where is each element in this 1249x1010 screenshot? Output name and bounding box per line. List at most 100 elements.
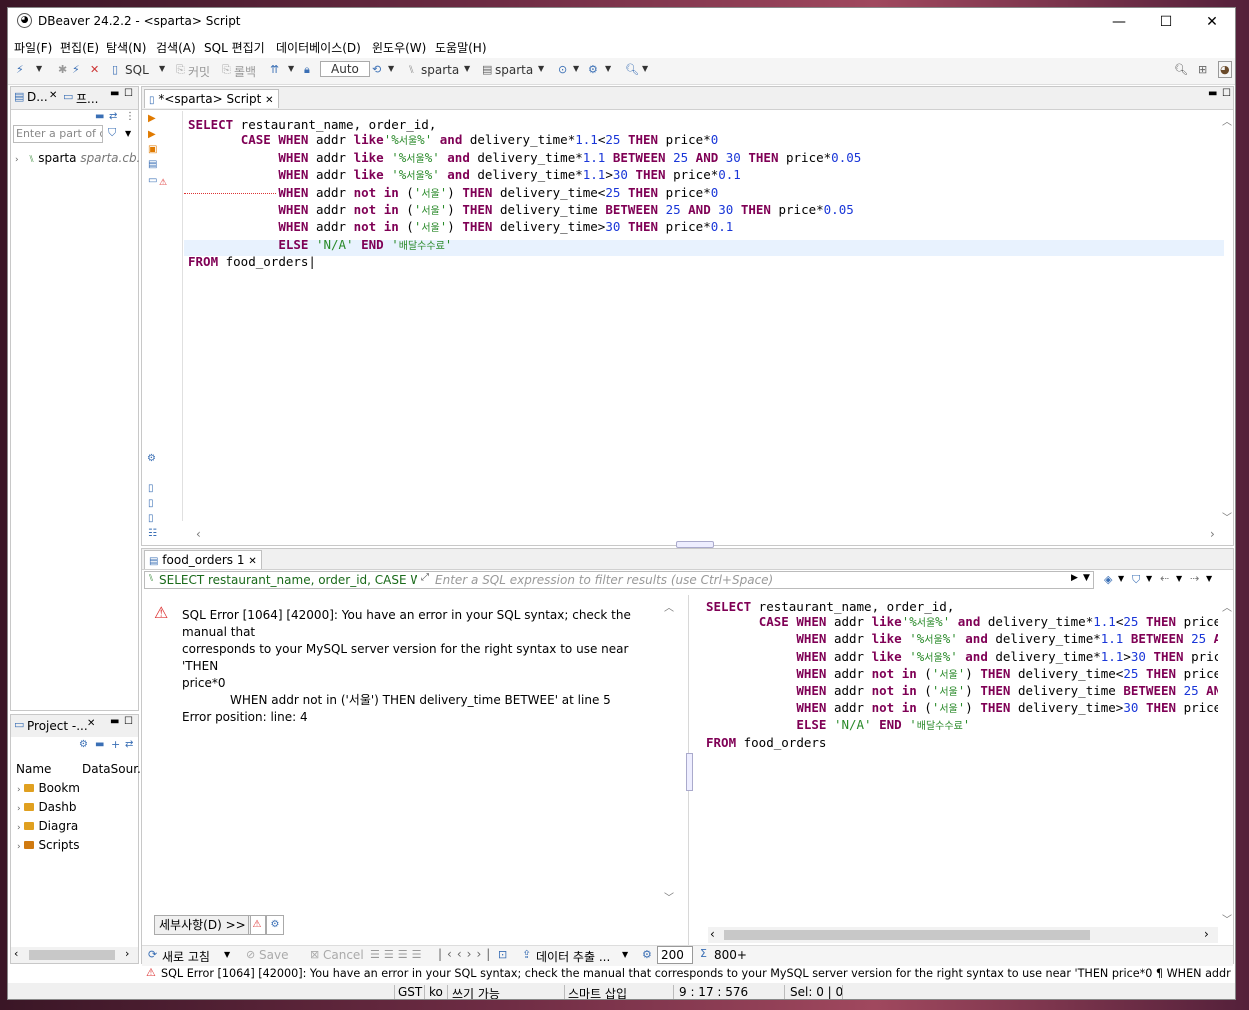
maximize-button[interactable]: ☐ xyxy=(1143,8,1189,36)
scroll-right-icon[interactable]: › xyxy=(1210,527,1215,541)
connect-icon[interactable]: ⚡ xyxy=(72,63,80,76)
refresh-icon[interactable]: ⟳ xyxy=(148,948,157,961)
menu-search[interactable]: 검색(A) xyxy=(156,39,196,56)
chevron-right-icon[interactable]: › xyxy=(17,823,21,833)
chevron-down-icon[interactable]: ▼ xyxy=(1206,574,1212,583)
scrollbar-thumb[interactable] xyxy=(724,930,1090,940)
menu-help[interactable]: 도움말(H) xyxy=(435,39,487,56)
schema-selector[interactable]: sparta xyxy=(495,63,533,77)
dbeaver-perspective-icon[interactable]: ◕ xyxy=(1218,61,1232,78)
commit-button[interactable]: 커밋 xyxy=(188,63,210,80)
execute-script-icon[interactable]: ▶ xyxy=(148,129,156,140)
chevron-down-icon[interactable]: ▼ xyxy=(538,64,544,73)
sql-editor-icon[interactable]: ▯ xyxy=(112,63,118,76)
menu-edit[interactable]: 편집(E) xyxy=(60,39,99,56)
row-count[interactable]: 800+ xyxy=(714,948,747,962)
minimize-view-icon[interactable]: ▬ xyxy=(110,716,119,727)
chevron-down-icon[interactable]: ▼ xyxy=(622,950,628,959)
new-connection-icon[interactable]: ⚡ xyxy=(16,63,24,76)
filter-icon[interactable]: ⛉ xyxy=(1132,573,1140,587)
execute-statement-icon[interactable]: ▶ xyxy=(148,113,156,124)
chevron-down-icon[interactable]: ▼ xyxy=(642,64,648,73)
auto-commit-button[interactable]: Auto xyxy=(320,61,370,77)
scroll-down-icon[interactable]: ﹀ xyxy=(664,889,674,904)
refresh-button[interactable]: 새로 고침 xyxy=(162,948,210,965)
chevron-down-icon[interactable]: ▼ xyxy=(573,64,579,73)
export-icon[interactable]: ⇪ xyxy=(522,948,531,961)
back-icon[interactable]: ⇠ xyxy=(1160,572,1169,585)
dashboard-icon[interactable]: ⊙ xyxy=(558,63,567,76)
maximize-view-icon[interactable]: ☐ xyxy=(124,88,133,99)
settings-icon[interactable]: ⚙ xyxy=(79,739,88,750)
export-icon[interactable]: ▤ xyxy=(148,159,157,170)
project-item-dashboards[interactable]: › Dashb xyxy=(17,800,77,814)
network-icon[interactable]: ⚙ xyxy=(588,63,598,76)
tab-sparta-script[interactable]: ▯ *<sparta> Script ✕ xyxy=(144,89,279,108)
error-log-icon[interactable]: ⚠ xyxy=(248,915,266,935)
fit-icon[interactable]: ⊡ xyxy=(498,948,507,961)
apply-filter-icon[interactable]: ▶ xyxy=(1071,573,1078,583)
collapse-all-icon[interactable]: ▬ xyxy=(95,739,104,750)
open-perspective-icon[interactable]: ⊞ xyxy=(1198,63,1207,76)
scroll-down-icon[interactable]: ﹀ xyxy=(1222,509,1232,524)
panel-splitter-handle[interactable] xyxy=(676,541,714,548)
datasource-selector[interactable]: sparta xyxy=(421,63,459,77)
collapse-all-icon[interactable]: ▬ xyxy=(95,111,104,122)
status-message[interactable]: SQL Error [1064] [42000]: You have an er… xyxy=(161,967,1234,980)
chevron-right-icon[interactable]: › xyxy=(17,842,21,852)
open-script-icon[interactable]: ▯ xyxy=(148,498,154,509)
save-button[interactable]: Save xyxy=(259,948,288,962)
transaction-mode-icon[interactable]: ⇈ xyxy=(270,63,279,76)
chevron-down-icon[interactable]: ▼ xyxy=(1176,574,1182,583)
page-navigation-icons[interactable]: |‹‹››| xyxy=(438,947,495,961)
close-icon[interactable]: ✕ xyxy=(49,90,57,101)
save-script-icon[interactable]: ▯ xyxy=(148,513,154,524)
export-data-button[interactable]: 데이터 추출 ... xyxy=(536,948,610,965)
chevron-down-icon[interactable]: ▼ xyxy=(36,64,42,73)
lock-icon[interactable]: 🔒︎ xyxy=(304,63,310,77)
cancel-button[interactable]: Cancel xyxy=(323,948,364,962)
minimize-view-icon[interactable]: ▬ xyxy=(110,88,119,99)
preview-horizontal-scrollbar[interactable]: ‹ › xyxy=(708,927,1218,943)
maximize-view-icon[interactable]: ☐ xyxy=(1222,88,1231,99)
tab-database-navigator[interactable]: D... xyxy=(27,90,48,104)
navigator-filter-input[interactable]: Enter a part of c xyxy=(13,125,103,143)
scroll-right-icon[interactable]: › xyxy=(125,947,129,960)
link-editor-icon[interactable]: ⇄ xyxy=(125,739,133,750)
chevron-down-icon[interactable]: ▼ xyxy=(464,64,470,73)
close-icon[interactable]: ✕ xyxy=(265,95,273,106)
project-horizontal-scrollbar[interactable]: ‹ › xyxy=(11,947,138,963)
chevron-down-icon[interactable]: ▼ xyxy=(159,64,165,73)
filter-icon[interactable]: ⛉ xyxy=(108,126,116,140)
close-icon[interactable]: ✕ xyxy=(87,718,95,729)
splitter-handle[interactable] xyxy=(686,753,693,791)
search-icon[interactable]: 🔍︎ xyxy=(625,63,639,76)
maximize-view-icon[interactable]: ☐ xyxy=(124,716,133,727)
link-editor-icon[interactable]: ⇄ xyxy=(109,111,117,122)
minimize-button[interactable]: — xyxy=(1096,8,1142,36)
chevron-down-icon[interactable]: ▼ xyxy=(605,64,611,73)
scroll-up-icon[interactable]: ︿ xyxy=(664,599,674,614)
tree-item-sparta[interactable]: › ⑊ sparta sparta.cb... xyxy=(15,151,148,165)
terminal-icon[interactable]: ▭ xyxy=(148,175,157,186)
history-icon[interactable]: ⟲ xyxy=(372,63,381,76)
chevron-down-icon[interactable]: ▼ xyxy=(125,129,131,138)
rollback-button[interactable]: 롤백 xyxy=(234,63,256,80)
settings-icon[interactable]: ⚙ xyxy=(266,915,284,935)
chevron-down-icon[interactable]: ▼ xyxy=(1118,574,1124,583)
add-icon[interactable]: + xyxy=(111,738,120,751)
minimize-view-icon[interactable]: ▬ xyxy=(1208,88,1217,99)
sql-button[interactable]: SQL xyxy=(125,63,149,77)
chevron-down-icon[interactable]: ▼ xyxy=(388,64,394,73)
project-item-bookmarks[interactable]: › Bookm xyxy=(17,781,80,795)
menu-window[interactable]: 윈도우(W) xyxy=(372,39,426,56)
tab-food-orders[interactable]: ▤ food_orders 1 ✕ xyxy=(144,550,262,569)
scroll-up-icon[interactable]: ︿ xyxy=(1222,113,1232,128)
settings-icon[interactable]: ⚙ xyxy=(642,948,652,961)
scroll-right-icon[interactable]: › xyxy=(1204,927,1209,941)
explain-plan-icon[interactable]: ▣ xyxy=(148,144,157,155)
project-item-diagrams[interactable]: › Diagra xyxy=(17,819,78,833)
tab-projects[interactable]: 프... xyxy=(76,90,98,107)
project-item-scripts[interactable]: › Scripts xyxy=(17,838,80,852)
close-icon[interactable]: ✕ xyxy=(248,556,256,567)
